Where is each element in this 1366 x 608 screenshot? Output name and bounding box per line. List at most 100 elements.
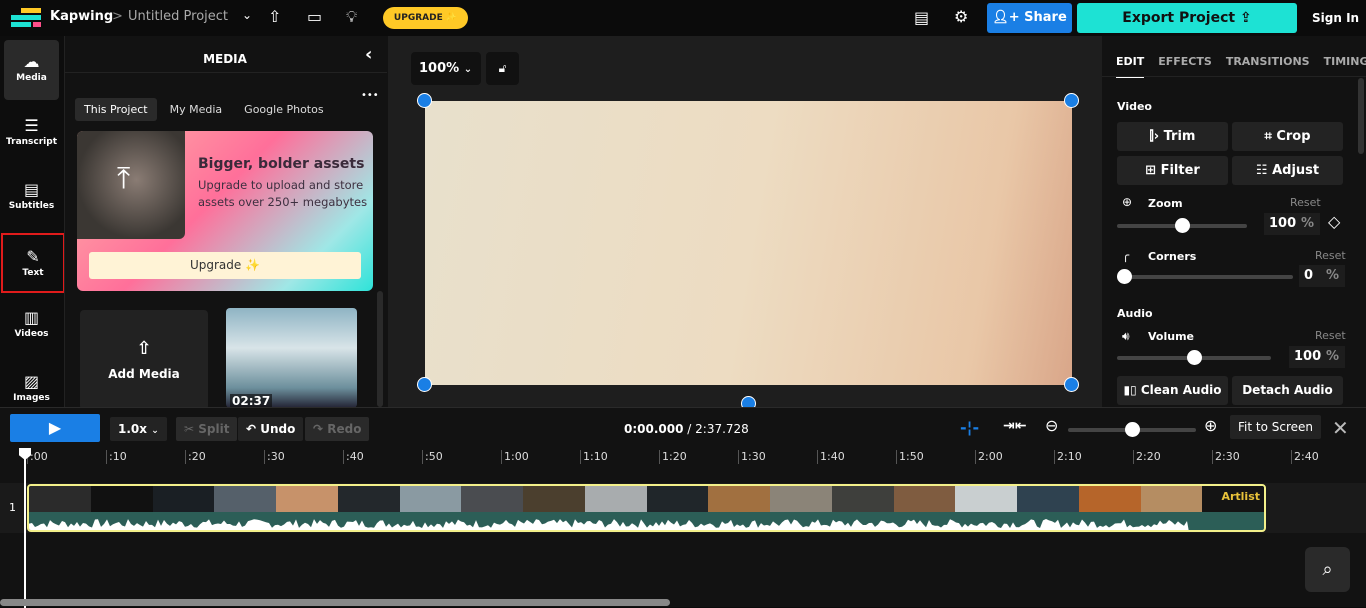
video-clip[interactable]: Artlist bbox=[27, 484, 1266, 532]
transcript-icon: ☰ bbox=[24, 116, 39, 135]
undo-button[interactable]: ↶ Undo bbox=[238, 417, 304, 441]
export-label: Export Project bbox=[1122, 10, 1236, 26]
zoom-input[interactable]: 100% bbox=[1264, 213, 1320, 235]
subtitles-icon[interactable]: ▭ bbox=[307, 7, 322, 26]
corners-slider-knob[interactable] bbox=[1117, 269, 1132, 284]
tab-transitions[interactable]: TRANSITIONS bbox=[1226, 55, 1310, 78]
project-title[interactable]: Untitled Project bbox=[128, 9, 228, 24]
zoom-in-icon: ⊕ bbox=[1122, 195, 1133, 209]
share-button[interactable]: 👤︎+ Share bbox=[987, 3, 1072, 33]
lightbulb-icon[interactable]: 💡︎ bbox=[346, 7, 357, 27]
detach-audio-button[interactable]: Detach Audio bbox=[1232, 376, 1343, 405]
adjust-button[interactable]: ☷ Adjust bbox=[1232, 156, 1343, 185]
promo-title: Bigger, bolder assets bbox=[198, 156, 365, 172]
total-duration: / 2:37.728 bbox=[687, 422, 749, 436]
clip-thumbnail bbox=[955, 486, 1017, 512]
gear-icon[interactable]: ⚙ bbox=[954, 7, 968, 26]
upload-icon[interactable]: ⇧ bbox=[268, 7, 281, 26]
timeline-zoom-slider[interactable] bbox=[1068, 422, 1196, 437]
upgrade-button[interactable]: UPGRADE ✨ bbox=[383, 7, 468, 29]
promo-upgrade-button[interactable]: Upgrade ✨ bbox=[89, 252, 361, 279]
fit-gaps-icon[interactable]: ⇥⇤ bbox=[1003, 418, 1026, 434]
sidebar-item-media[interactable]: ☁ Media bbox=[4, 40, 59, 100]
tab-edit[interactable]: EDIT bbox=[1116, 55, 1145, 78]
panel-scrollbar[interactable] bbox=[1358, 78, 1364, 154]
split-button[interactable]: ✂ Split bbox=[176, 417, 238, 441]
current-time: 0:00.000 bbox=[624, 422, 684, 436]
zoom-value: 100 bbox=[1269, 216, 1297, 231]
tab-google-photos[interactable]: Google Photos bbox=[235, 98, 332, 121]
sign-in-link[interactable]: Sign In bbox=[1312, 11, 1359, 25]
add-media-button[interactable]: ⇧ Add Media bbox=[80, 310, 208, 410]
zoom-in-icon[interactable]: ⊕ bbox=[1204, 416, 1217, 435]
volume-slider-knob[interactable] bbox=[1186, 350, 1202, 365]
cloud-upload-icon: ☁ bbox=[23, 52, 40, 71]
panel-scrollbar[interactable] bbox=[377, 291, 383, 407]
resize-handle-top-left[interactable] bbox=[417, 93, 432, 108]
tab-effects[interactable]: EFFECTS bbox=[1158, 55, 1212, 78]
corners-reset-button[interactable]: Reset bbox=[1315, 249, 1346, 262]
speed-select[interactable]: 1.0x ⌄ bbox=[110, 417, 167, 441]
corners-input[interactable]: 0% bbox=[1299, 265, 1345, 287]
resize-handle-bottom-right[interactable] bbox=[1064, 377, 1079, 392]
zoom-out-icon[interactable]: ⊖ bbox=[1045, 416, 1058, 435]
zoom-slider-knob[interactable] bbox=[1174, 218, 1190, 233]
sidebar-item-label: Text bbox=[22, 268, 44, 278]
chevron-down-icon[interactable]: ⌄ bbox=[242, 8, 252, 22]
tab-my-media[interactable]: My Media bbox=[161, 98, 232, 121]
filter-button[interactable]: ⊞ Filter bbox=[1117, 156, 1228, 185]
corners-icon: ╭ bbox=[1122, 248, 1130, 262]
close-icon[interactable]: ✕ bbox=[1332, 416, 1349, 440]
tab-timing[interactable]: TIMING bbox=[1324, 55, 1366, 78]
resize-handle-top-right[interactable] bbox=[1064, 93, 1079, 108]
redo-label: Redo bbox=[327, 422, 362, 436]
zoom-reset-button[interactable]: Reset bbox=[1290, 196, 1321, 209]
tab-this-project[interactable]: This Project bbox=[75, 98, 157, 121]
canvas-zoom-value: 100% bbox=[419, 61, 460, 76]
sidebar-item-text[interactable]: ✎ Text bbox=[1, 233, 65, 293]
corners-slider[interactable] bbox=[1117, 269, 1293, 284]
clip-thumbnail bbox=[708, 486, 770, 512]
volume-reset-button[interactable]: Reset bbox=[1315, 329, 1346, 342]
resize-handle-bottom-left[interactable] bbox=[417, 377, 432, 392]
volume-label: Volume bbox=[1148, 330, 1194, 343]
collapse-chevron-icon[interactable]: ‹ bbox=[365, 44, 372, 65]
volume-input[interactable]: 100% bbox=[1289, 346, 1345, 368]
canvas-zoom-select[interactable]: 100% ⌄ bbox=[411, 52, 481, 85]
clean-audio-button[interactable]: ▮▯ Clean Audio ✨ bbox=[1117, 376, 1228, 426]
comments-icon[interactable]: ▤ bbox=[914, 8, 929, 27]
zoom-slider[interactable] bbox=[1117, 218, 1247, 233]
add-user-icon: 👤︎+ bbox=[992, 10, 1025, 25]
adjust-icon: ☷ bbox=[1255, 163, 1268, 178]
keyframe-diamond-icon[interactable]: ◇ bbox=[1328, 212, 1340, 231]
waveform-path bbox=[29, 519, 1189, 530]
crop-button[interactable]: ⌗ Crop bbox=[1232, 122, 1343, 151]
sidebar-item-subtitles[interactable]: ▤ Subtitles bbox=[4, 168, 59, 228]
corners-label: Corners bbox=[1148, 250, 1197, 263]
clip-thumbnail bbox=[461, 486, 523, 512]
clip-thumbnail bbox=[276, 486, 338, 512]
more-options-icon[interactable]: ••• bbox=[361, 90, 379, 101]
video-canvas[interactable] bbox=[425, 101, 1072, 385]
play-icon: ▶ bbox=[48, 418, 62, 437]
play-button[interactable]: ▶ bbox=[10, 414, 100, 442]
waveform-icon: ▮▯ bbox=[1123, 383, 1137, 397]
export-project-button[interactable]: Export Project ⇪ bbox=[1077, 3, 1297, 33]
split-marker-icon[interactable]: -¦- bbox=[960, 418, 979, 437]
timeline-zoom-knob[interactable] bbox=[1124, 422, 1140, 437]
sidebar-item-videos[interactable]: ▥ Videos bbox=[4, 296, 59, 356]
timeline-scrollbar[interactable] bbox=[0, 599, 670, 606]
volume-icon: 🔊︎ bbox=[1122, 329, 1130, 343]
media-thumbnail[interactable]: 02:37 bbox=[226, 308, 357, 408]
percent-unit: % bbox=[1325, 349, 1339, 364]
volume-slider[interactable] bbox=[1117, 350, 1271, 365]
trim-button[interactable]: ⫿› Trim bbox=[1117, 122, 1228, 151]
unlock-icon[interactable]: 🔓︎ bbox=[486, 52, 519, 85]
sidebar-item-transcript[interactable]: ☰ Transcript bbox=[4, 104, 59, 164]
brand-name[interactable]: Kapwing bbox=[50, 9, 113, 24]
kapwing-logo-icon[interactable] bbox=[11, 8, 41, 28]
search-button[interactable]: ⌕ bbox=[1305, 547, 1350, 592]
redo-button[interactable]: ↷ Redo bbox=[305, 417, 370, 441]
fit-to-screen-button[interactable]: Fit to Screen bbox=[1230, 415, 1321, 439]
playhead[interactable] bbox=[24, 450, 26, 608]
